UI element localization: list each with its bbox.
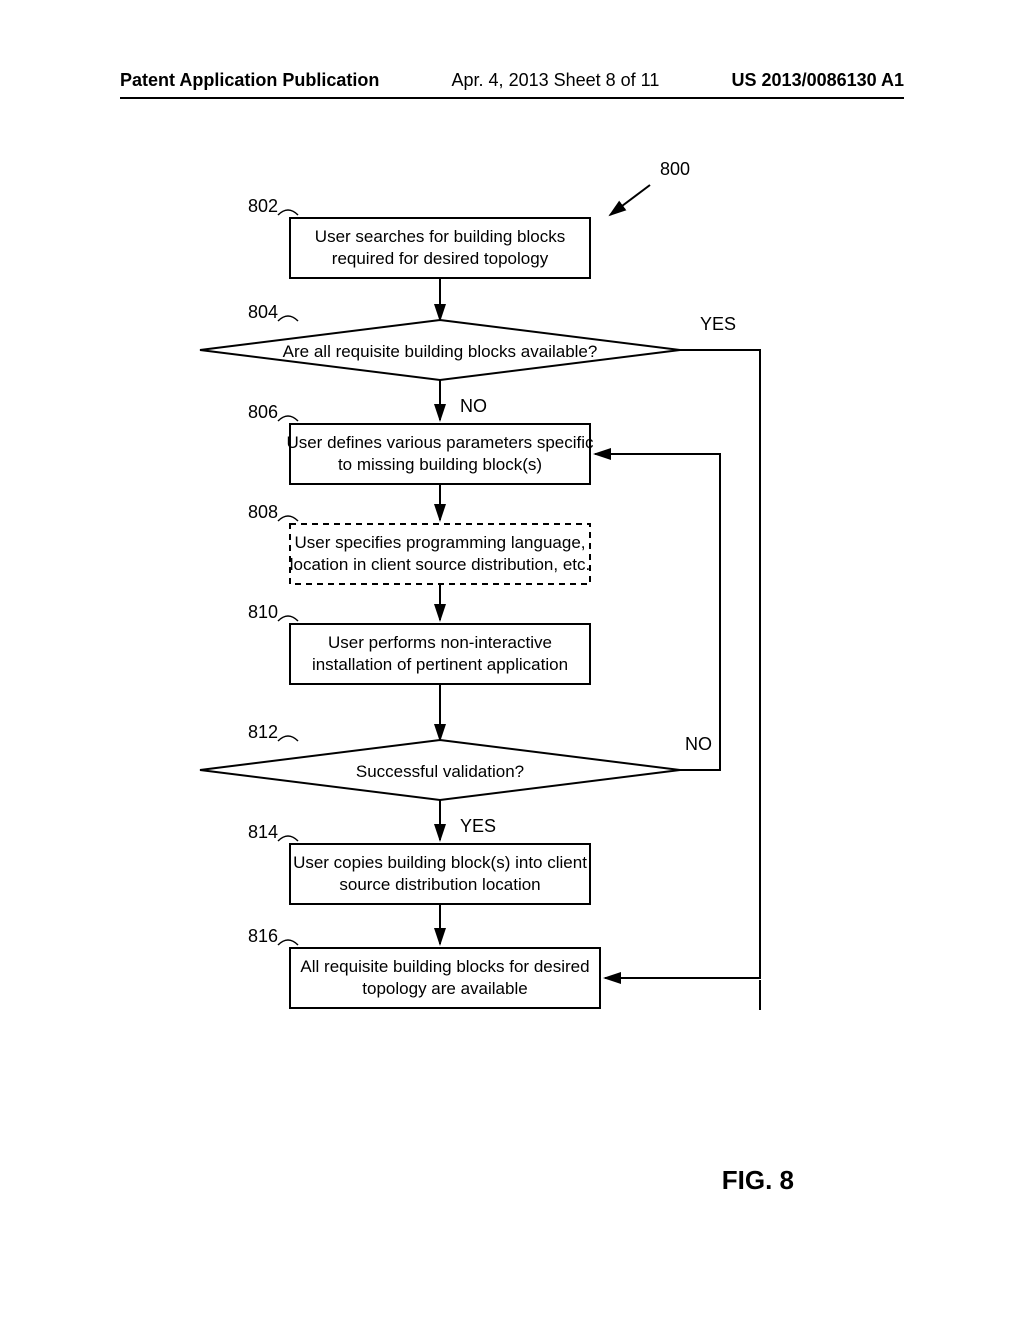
svg-text:topology are available: topology are available — [362, 979, 527, 998]
arrow-804-yes — [605, 350, 760, 1080]
node-812: 812 Successful validation? YES NO — [200, 722, 712, 836]
flowchart: 800 802 User searches for building block… — [0, 120, 1024, 1170]
ref-800-arrow — [610, 185, 650, 215]
svg-text:Successful validation?: Successful validation? — [356, 762, 524, 781]
node-804: 804 Are all requisite building blocks av… — [200, 302, 736, 416]
svg-text:808: 808 — [248, 502, 278, 522]
svg-text:816: 816 — [248, 926, 278, 946]
svg-text:NO: NO — [685, 734, 712, 754]
svg-text:installation of pertinent appl: installation of pertinent application — [312, 655, 568, 674]
node-814: 814 User copies building block(s) into c… — [248, 822, 590, 904]
svg-text:Are all requisite building blo: Are all requisite building blocks availa… — [283, 342, 598, 361]
svg-text:802: 802 — [248, 196, 278, 216]
page-header: Patent Application Publication Apr. 4, 2… — [120, 70, 904, 99]
svg-text:User copies building block(s): User copies building block(s) into clien… — [293, 853, 587, 872]
ref-800-label: 800 — [660, 159, 690, 179]
figure-caption: FIG. 8 — [722, 1165, 794, 1196]
header-left: Patent Application Publication — [120, 70, 379, 91]
node-810: 810 User performs non-interactive instal… — [248, 602, 590, 684]
svg-text:User performs non-interactive: User performs non-interactive — [328, 633, 552, 652]
svg-text:804: 804 — [248, 302, 278, 322]
header-center: Apr. 4, 2013 Sheet 8 of 11 — [452, 70, 660, 91]
svg-text:required for desired topology: required for desired topology — [332, 249, 549, 268]
svg-text:User searches for building blo: User searches for building blocks — [315, 227, 565, 246]
svg-text:All requisite building blocks: All requisite building blocks for desire… — [300, 957, 589, 976]
svg-text:to missing building block(s): to missing building block(s) — [338, 455, 542, 474]
node-806: 806 User defines various parameters spec… — [248, 402, 594, 484]
svg-text:source distribution location: source distribution location — [339, 875, 540, 894]
arrow-812-no — [595, 454, 720, 770]
node-808: 808 User specifies programming language,… — [248, 502, 590, 584]
svg-text:NO: NO — [460, 396, 487, 416]
svg-text:User specifies programming lan: User specifies programming language, — [294, 533, 585, 552]
svg-text:YES: YES — [460, 816, 496, 836]
node-802: 802 User searches for building blocks re… — [248, 196, 590, 278]
header-right: US 2013/0086130 A1 — [732, 70, 904, 91]
svg-text:YES: YES — [700, 314, 736, 334]
svg-text:806: 806 — [248, 402, 278, 422]
svg-text:810: 810 — [248, 602, 278, 622]
svg-text:814: 814 — [248, 822, 278, 842]
svg-text:User defines various parameter: User defines various parameters specific — [286, 433, 594, 452]
svg-text:location in client source dist: location in client source distribution, … — [290, 555, 591, 574]
svg-text:812: 812 — [248, 722, 278, 742]
node-816: 816 All requisite building blocks for de… — [248, 926, 600, 1008]
